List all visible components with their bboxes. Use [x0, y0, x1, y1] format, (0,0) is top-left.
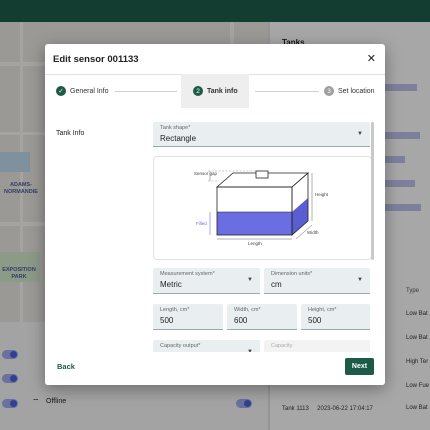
height-input[interactable]: Height, cm* 500: [301, 304, 370, 330]
step-number: 3: [324, 86, 334, 96]
tank-diagram-svg: Sensor gap Filled Height Width Length: [194, 170, 329, 246]
length-input[interactable]: Length, cm* 500: [153, 304, 223, 330]
tank-diagram: Sensor gap Filled Height Width Length: [153, 156, 372, 260]
field-value: 500: [308, 316, 322, 325]
dropdown-arrow-icon: ▼: [357, 131, 363, 137]
field-value: cm: [271, 280, 282, 289]
dialog-footer: Back Next: [45, 352, 385, 385]
edit-sensor-dialog: Edit sensor 001133 ✕ ✓ General Info 2 Ta…: [45, 44, 385, 385]
step-set-location[interactable]: 3 Set location: [324, 76, 375, 106]
check-icon: ✓: [56, 86, 66, 96]
sensor-icon: [255, 170, 269, 179]
step-label: General Info: [70, 87, 109, 95]
dialog-title: Edit sensor 001133: [53, 54, 139, 65]
tank-shape-select[interactable]: Tank shape* Rectangle ▼: [153, 122, 370, 147]
next-button[interactable]: Next: [345, 358, 374, 375]
width-input[interactable]: Width, cm* 600: [227, 304, 297, 330]
field-value: Metric: [160, 280, 182, 289]
field-label: Height, cm*: [308, 307, 337, 313]
close-icon[interactable]: ✕: [367, 52, 376, 65]
step-label: Set location: [338, 87, 375, 95]
field-label: Capacity output*: [160, 343, 201, 349]
dropdown-arrow-icon: ▼: [247, 277, 253, 283]
sensor-gap-label: Sensor gap: [194, 171, 218, 176]
field-label: Width, cm*: [234, 307, 261, 313]
field-value: Rectangle: [160, 134, 197, 143]
filled-side: [292, 198, 308, 235]
back-button[interactable]: Back: [57, 362, 75, 371]
height-label: Height: [315, 192, 329, 197]
step-number: 2: [193, 86, 203, 96]
field-value: 600: [234, 316, 248, 325]
filled-front: [217, 212, 292, 235]
field-label: Tank shape*: [160, 125, 191, 131]
step-connector: [115, 91, 177, 92]
dropdown-arrow-icon: ▼: [357, 277, 363, 283]
field-label: Capacity: [271, 343, 293, 349]
filled-label: Filled: [196, 221, 207, 226]
length-label: Length: [248, 241, 262, 246]
scrollbar[interactable]: [371, 122, 374, 260]
step-tank-info[interactable]: 2 Tank info: [193, 76, 238, 106]
section-label: Tank Info: [56, 130, 85, 137]
field-label: Measurement system*: [160, 271, 215, 277]
measurement-system-select[interactable]: Measurement system* Metric ▼: [153, 268, 260, 294]
field-value: 500: [160, 316, 174, 325]
field-label: Dimension units*: [271, 271, 313, 277]
dimension-units-select[interactable]: Dimension units* cm ▼: [264, 268, 370, 294]
step-connector: [255, 91, 319, 92]
step-label: Tank info: [207, 87, 238, 95]
width-label: Width: [307, 230, 319, 235]
field-label: Length, cm*: [160, 307, 190, 313]
step-general-info[interactable]: ✓ General Info: [56, 76, 109, 106]
